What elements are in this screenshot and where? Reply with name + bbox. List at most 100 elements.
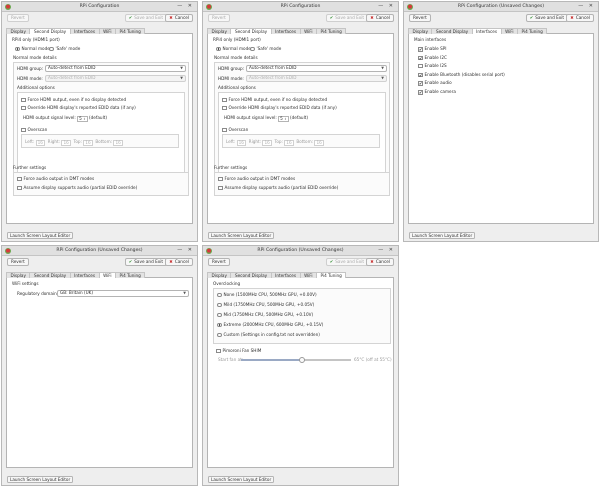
window-controls[interactable]: — ✕ [378, 247, 395, 253]
checkbox-box: ✔ [418, 90, 423, 95]
overclock-radio[interactable]: Extreme (2000MHz CPU, 600MHz GPU, +0.15V… [217, 322, 323, 327]
launch-screen-layout-button[interactable]: Launch Screen Layout Editor [7, 476, 74, 483]
overclock-radio[interactable]: Mild (1750MHz CPU, 500MHz GPU, +0.05V) [217, 302, 314, 307]
cancel-button[interactable]: ✖ Cancel [165, 14, 193, 22]
save-exit-button[interactable]: ✔ Save and Exit [525, 14, 568, 22]
save-exit-button[interactable]: ✔ Save and Exit [124, 14, 167, 22]
force-hdmi-checkbox[interactable]: Force HDMI output, even if no display de… [21, 97, 126, 102]
safe-mode-radio[interactable]: 'Safe' mode [250, 46, 281, 51]
save-exit-button[interactable]: ✔ Save and Exit [124, 258, 167, 266]
launch-screen-layout-button[interactable]: Launch Screen Layout Editor [409, 232, 476, 239]
window-wifi: RPi Configuration (Unsaved Changes) — ✕ … [1, 245, 198, 486]
window-second-display: RPi Configuration — ✕ Revert ✔ Save and E… [1, 1, 198, 242]
revert-button[interactable]: Revert [208, 258, 230, 266]
window-controls[interactable]: — ✕ [177, 247, 194, 253]
interface-checkbox[interactable]: ✔ Enable I2C [418, 55, 447, 61]
overscan-checkbox[interactable]: Overscan [21, 127, 47, 132]
right-spinner[interactable]: 16 [61, 140, 71, 146]
radio-indicator [250, 46, 255, 51]
normal-mode-details-label: Normal mode details [13, 55, 57, 60]
overclock-radio[interactable]: Mid (1750MHz CPU, 500MHz GPU, +0.10V) [217, 312, 313, 317]
safe-mode-radio[interactable]: 'Safe' mode [49, 46, 80, 51]
slider-handle[interactable] [298, 357, 305, 363]
window-controls[interactable]: — ✕ [378, 3, 395, 9]
cancel-button[interactable]: ✖ Cancel [366, 258, 394, 266]
hdmi-group-select[interactable]: Auto-detect from EDID ▼ [246, 65, 387, 72]
cancel-icon: ✖ [169, 15, 173, 20]
override-edid-checkbox[interactable]: Override HDMI display's reported EDID da… [222, 105, 337, 110]
tab-bar: Display Second Display Interfaces WiFi Pi4 T… [207, 271, 394, 280]
assume-audio-checkbox[interactable]: Assume display supports audio (partial E… [17, 185, 137, 190]
launch-screen-layout-button[interactable]: Launch Screen Layout Editor [208, 476, 275, 483]
bottom-spinner[interactable]: 16 [113, 140, 123, 146]
window-title: RPi Configuration (Unsaved Changes) [457, 4, 545, 9]
normal-mode-radio[interactable]: Normal mode [15, 46, 50, 51]
revert-button[interactable]: Revert [409, 14, 431, 22]
window-title: RPi Configuration [280, 4, 321, 9]
cancel-button[interactable]: ✖ Cancel [566, 14, 594, 22]
radio-indicator [216, 46, 221, 51]
normal-mode-radio[interactable]: Normal mode [216, 46, 251, 51]
title-bar: RPi Configuration (Unsaved Changes) — ✕ [2, 246, 197, 256]
hdmi-mode-select[interactable]: Auto-detect from EDID ▼ [45, 75, 186, 82]
overclock-radio[interactable]: None (1500MHz CPU, 500MHz GPU, +0.00V) [217, 292, 317, 297]
window-interfaces: RPi Configuration (Unsaved Changes) — ✕ … [403, 1, 599, 242]
assume-audio-checkbox[interactable]: Assume display supports audio (partial E… [218, 185, 338, 190]
save-exit-button[interactable]: ✔ Save and Exit [325, 14, 368, 22]
hdmi-mode-select[interactable]: Auto-detect from EDID ▼ [246, 75, 387, 82]
checkbox-box [218, 185, 223, 190]
window-title: RPi Configuration [79, 4, 120, 9]
fan-shim-checkbox[interactable]: Pimoroni Fan SHIM [216, 348, 261, 353]
signal-level-row: HDMI output signal level: 5 ⇕ (default) [23, 115, 108, 122]
revert-button[interactable]: Revert [7, 258, 29, 266]
override-edid-checkbox[interactable]: Override HDMI display's reported EDID da… [21, 105, 136, 110]
interface-checkbox[interactable]: ✔ Enable SPI [418, 46, 447, 52]
checkbox-box: ✔ [418, 55, 423, 61]
pi4-tuning-panel: Overclocking None (1500MHz CPU, 500MHz G… [207, 278, 394, 468]
save-exit-button[interactable]: ✔ Save and Exit [325, 258, 368, 266]
window-controls[interactable]: — ✕ [578, 3, 595, 9]
signal-level-spinner[interactable]: 5 ⇕ [77, 116, 88, 122]
interface-checkbox[interactable]: ✔ Enable Bluetooth (disables serial port) [418, 72, 505, 78]
interface-checkbox[interactable]: ✔ Enable audio [418, 80, 452, 86]
second-display-panel: RPi4 only (HDMI1 port) Normal mode 'Safe… [6, 34, 193, 224]
revert-button[interactable]: Revert [7, 14, 29, 22]
right-spinner[interactable]: 16 [262, 140, 272, 146]
window-title: RPi Configuration (Unsaved Changes) [56, 248, 143, 253]
overclocking-title: Overclocking [213, 281, 241, 286]
launch-screen-layout-button[interactable]: Launch Screen Layout Editor [7, 232, 74, 239]
tab-bar: Display Second Display Interfaces WiFi Pi4 T… [408, 27, 594, 36]
checkbox-box [218, 176, 223, 181]
left-spinner[interactable]: 16 [236, 140, 246, 146]
cancel-button[interactable]: ✖ Cancel [165, 258, 193, 266]
overscan-checkbox[interactable]: Overscan [222, 127, 248, 132]
window-controls[interactable]: — ✕ [177, 3, 194, 9]
force-audio-checkbox[interactable]: Force audio output in DMT modes [218, 176, 295, 181]
further-settings-label: Further settings [214, 165, 248, 170]
fan-temperature-slider[interactable] [241, 357, 351, 363]
window-pi4-tuning: RPi Configuration (Unsaved Changes) — ✕ … [202, 245, 399, 486]
revert-button[interactable]: Revert [208, 14, 230, 22]
signal-level-spinner[interactable]: 5 ⇕ [278, 116, 289, 122]
interfaces-panel: Main interfaces ✔ Enable SPI ✔ Enable I2C En… [408, 34, 594, 224]
interface-checkbox[interactable]: Enable I2S [418, 63, 447, 69]
hdmi-mode-label: HDMI mode: [17, 76, 43, 81]
overclock-radio[interactable]: Custom (Settings in config.txt not overr… [217, 332, 320, 337]
top-spinner[interactable]: 16 [284, 140, 294, 146]
normal-mode-details-label: Normal mode details [214, 55, 258, 60]
hdmi-group-select[interactable]: Auto-detect from EDID ▼ [45, 65, 186, 72]
force-hdmi-checkbox[interactable]: Force HDMI output, even if no display de… [222, 97, 327, 102]
radio-indicator [15, 46, 20, 51]
main-interfaces-title: Main interfaces [414, 37, 447, 42]
cancel-button[interactable]: ✖ Cancel [366, 14, 394, 22]
launch-screen-layout-button[interactable]: Launch Screen Layout Editor [208, 232, 275, 239]
top-spinner[interactable]: 16 [83, 140, 93, 146]
chevron-down-icon: ▼ [381, 66, 384, 70]
interface-checkbox[interactable]: ✔ Enable camera [418, 89, 456, 95]
bottom-spinner[interactable]: 16 [314, 140, 324, 146]
regulatory-domain-select[interactable]: GB: Britain (UK) ▼ [57, 290, 189, 297]
overscan-values: Left: 16 Right: 16 Top: 16 Bottom: 16 [25, 139, 123, 146]
hdmi-group-label: HDMI group: [218, 66, 245, 71]
force-audio-checkbox[interactable]: Force audio output in DMT modes [17, 176, 94, 181]
left-spinner[interactable]: 16 [35, 140, 45, 146]
